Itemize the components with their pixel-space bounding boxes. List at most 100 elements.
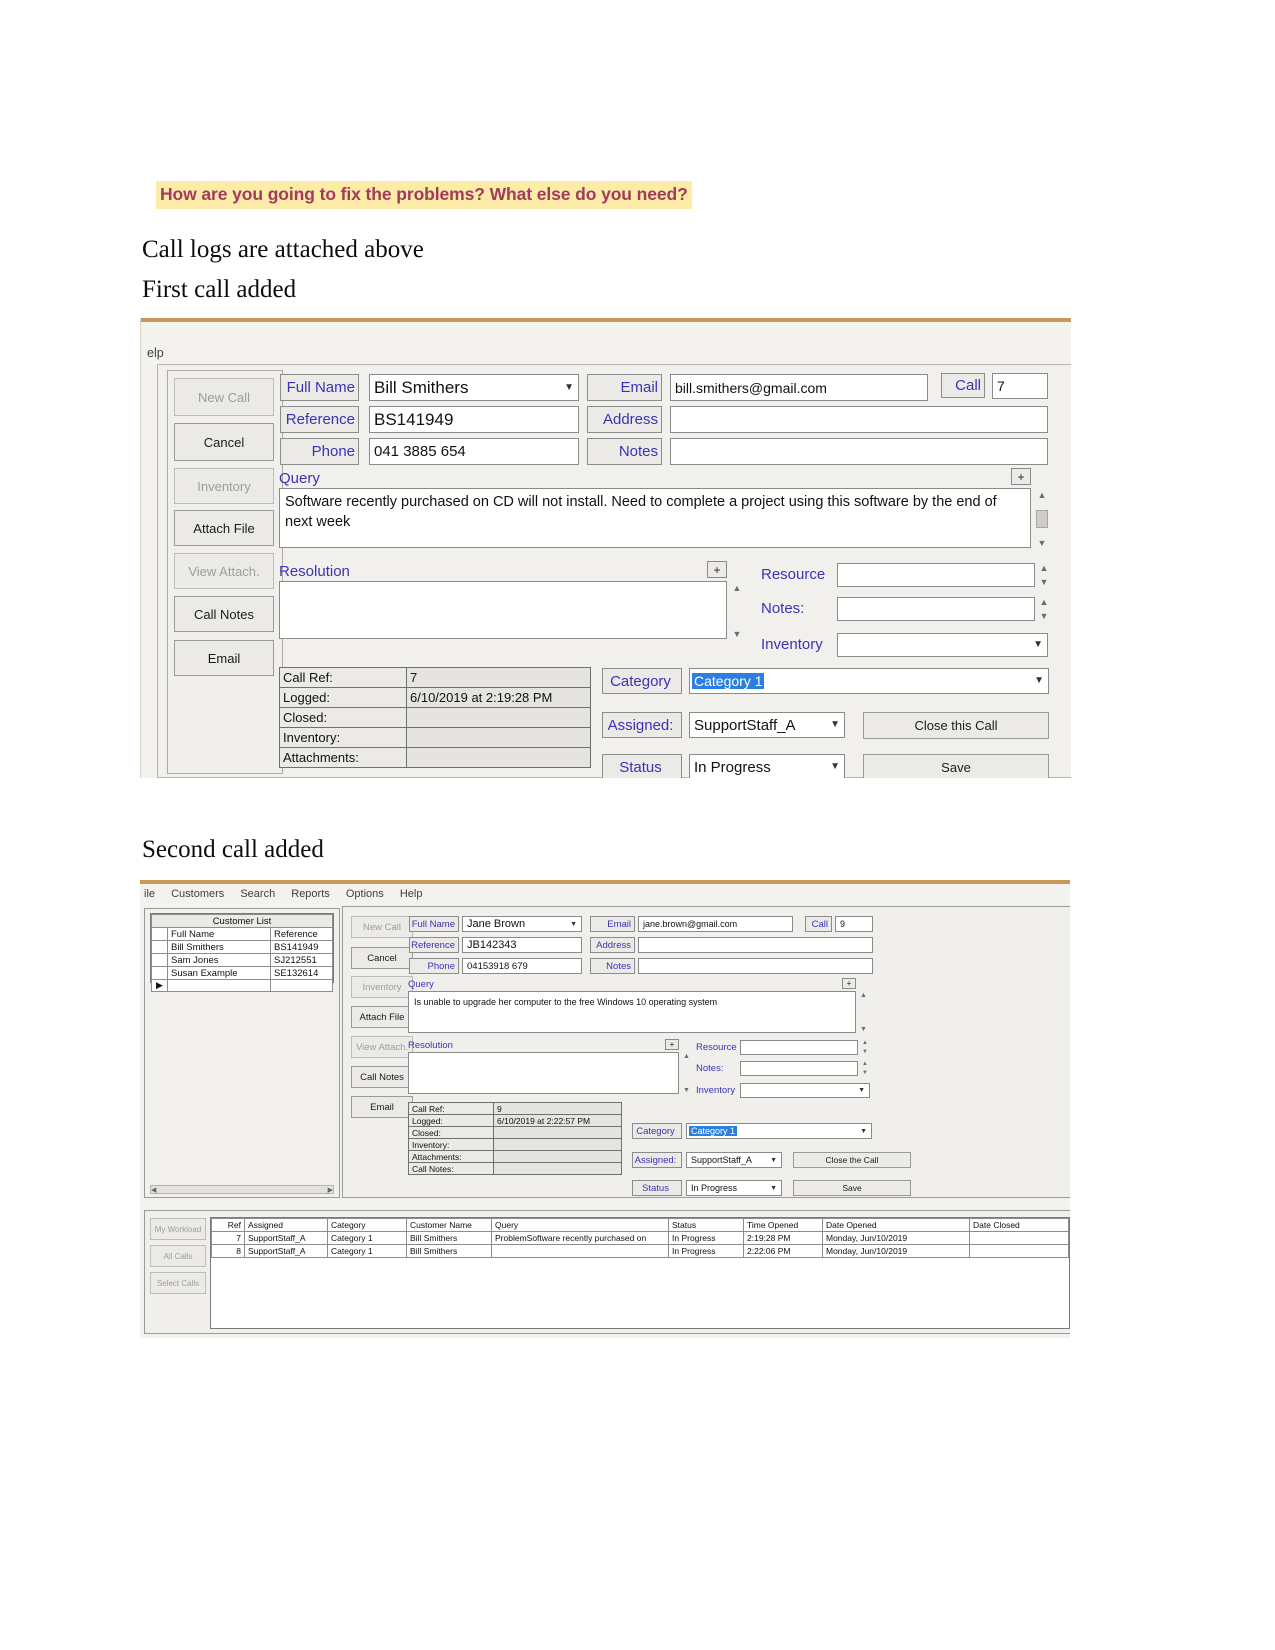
- inventory-button[interactable]: Inventory: [174, 468, 274, 504]
- email-input[interactable]: jane.brown@gmail.com: [638, 916, 793, 932]
- customer-list-new-row[interactable]: ▶: [151, 979, 333, 992]
- menu-item-file[interactable]: ile: [144, 888, 155, 900]
- calls-grid[interactable]: Ref Assigned Category Customer Name Quer…: [210, 1217, 1070, 1329]
- tab-my-workload[interactable]: My Workload: [150, 1218, 206, 1240]
- right-notes-input[interactable]: [740, 1061, 858, 1076]
- assigned-select[interactable]: SupportStaff_A ▼: [689, 712, 845, 738]
- resource-spinner[interactable]: ▲ ▼: [861, 1040, 869, 1055]
- resolution-scrollbar[interactable]: ▲ ▼: [731, 583, 743, 639]
- query-scrollbar[interactable]: ▲ ▼: [859, 992, 868, 1033]
- new-call-button[interactable]: New Call: [174, 378, 274, 416]
- customer-list-hscrollbar[interactable]: ◀ ▶: [150, 1185, 334, 1194]
- scroll-thumb[interactable]: [1036, 510, 1048, 528]
- right-notes-input[interactable]: [837, 597, 1035, 621]
- close-this-call-button[interactable]: Close the Call: [793, 1152, 911, 1168]
- table-row[interactable]: 7 SupportStaff_A Category 1 Bill Smither…: [211, 1231, 1069, 1245]
- phone-input[interactable]: 041 3885 654: [369, 438, 579, 465]
- scroll-up-icon[interactable]: ▲: [733, 583, 742, 593]
- table-row[interactable]: Sam Jones SJ212551: [151, 953, 333, 967]
- table-row[interactable]: Bill Smithers BS141949: [151, 940, 333, 954]
- notes-spinner[interactable]: ▲ ▼: [861, 1061, 869, 1076]
- notes-spinner[interactable]: ▲ ▼: [1039, 597, 1049, 621]
- menu-item-search[interactable]: Search: [240, 888, 275, 900]
- menu-item-options[interactable]: Options: [346, 888, 384, 900]
- resolution-textarea[interactable]: [279, 581, 727, 639]
- table-row[interactable]: Susan Example SE132614: [151, 966, 333, 980]
- scroll-up-icon[interactable]: ▲: [860, 992, 867, 999]
- reference-input[interactable]: BS141949: [369, 406, 579, 433]
- customer-list-grid[interactable]: Customer List Full Name Reference Bill S…: [150, 913, 334, 992]
- spinner-down-icon[interactable]: ▼: [1040, 611, 1049, 621]
- tab-all-calls[interactable]: All Calls: [150, 1245, 206, 1267]
- category-select[interactable]: Category 1 ▼: [686, 1123, 872, 1139]
- spinner-up-icon[interactable]: ▲: [1040, 563, 1049, 573]
- call-notes-button[interactable]: Call Notes: [351, 1066, 413, 1088]
- menu-bar[interactable]: ile Customers Search Reports Options Hel…: [144, 888, 435, 900]
- address-input[interactable]: [638, 937, 873, 953]
- resolution-expand-button[interactable]: +: [707, 561, 727, 578]
- query-expand-button[interactable]: +: [1011, 468, 1031, 485]
- tab-select-calls[interactable]: Select Calls: [150, 1272, 206, 1294]
- query-textarea[interactable]: Is unable to upgrade her computer to the…: [408, 991, 856, 1033]
- scroll-down-icon[interactable]: ▼: [860, 1026, 867, 1033]
- menu-item-customers[interactable]: Customers: [171, 888, 224, 900]
- notes-input[interactable]: [670, 438, 1048, 465]
- scroll-up-icon[interactable]: ▲: [683, 1053, 690, 1060]
- cancel-button[interactable]: Cancel: [174, 423, 274, 461]
- spinner-down-icon[interactable]: ▼: [862, 1070, 868, 1076]
- resolution-textarea[interactable]: [408, 1052, 679, 1094]
- scroll-right-icon[interactable]: ▶: [328, 1186, 333, 1194]
- spinner-down-icon[interactable]: ▼: [862, 1049, 868, 1055]
- table-row[interactable]: 8 SupportStaff_A Category 1 Bill Smither…: [211, 1244, 1069, 1258]
- menu-item-help[interactable]: Help: [400, 888, 423, 900]
- resolution-scrollbar[interactable]: ▲ ▼: [682, 1053, 691, 1094]
- inventory-select[interactable]: ▼: [837, 633, 1048, 657]
- assigned-select[interactable]: SupportStaff_A ▼: [686, 1152, 782, 1168]
- call-notes-button[interactable]: Call Notes: [174, 596, 274, 632]
- view-attachments-button[interactable]: View Attach.: [174, 553, 274, 589]
- inventory-select[interactable]: ▼: [740, 1083, 870, 1098]
- call-number-input[interactable]: 7: [992, 373, 1048, 399]
- query-scrollbar[interactable]: ▲ ▼: [1036, 490, 1048, 548]
- full-name-select[interactable]: Jane Brown ▼: [462, 916, 582, 932]
- close-this-call-button[interactable]: Close this Call: [863, 712, 1049, 739]
- spinner-up-icon[interactable]: ▲: [862, 1040, 868, 1046]
- menu-bar-fragment[interactable]: elp: [147, 346, 164, 360]
- email-input[interactable]: bill.smithers@gmail.com: [670, 374, 928, 401]
- row-selector-arrow-icon[interactable]: ▶: [151, 979, 168, 992]
- resource-input[interactable]: [740, 1040, 858, 1055]
- call-number-input[interactable]: 9: [835, 916, 873, 932]
- view-attachments-button[interactable]: View Attach.: [351, 1036, 413, 1058]
- scroll-down-icon[interactable]: ▼: [683, 1087, 690, 1094]
- email-button[interactable]: Email: [351, 1096, 413, 1118]
- resource-input[interactable]: [837, 563, 1035, 587]
- spinner-up-icon[interactable]: ▲: [862, 1061, 868, 1067]
- attach-file-button[interactable]: Attach File: [351, 1006, 413, 1028]
- save-button[interactable]: Save: [793, 1180, 911, 1196]
- scroll-left-icon[interactable]: ◀: [151, 1186, 156, 1194]
- save-button[interactable]: Save: [863, 754, 1049, 778]
- phone-input[interactable]: 04153918 679: [462, 958, 582, 974]
- cancel-button[interactable]: Cancel: [351, 947, 413, 969]
- new-call-button[interactable]: New Call: [351, 916, 413, 938]
- status-select[interactable]: In Progress ▼: [686, 1180, 782, 1196]
- notes-input[interactable]: [638, 958, 873, 974]
- query-expand-button[interactable]: +: [842, 978, 856, 989]
- scroll-down-icon[interactable]: ▼: [1038, 538, 1047, 548]
- email-button[interactable]: Email: [174, 640, 274, 676]
- resolution-expand-button[interactable]: +: [665, 1039, 679, 1050]
- spinner-up-icon[interactable]: ▲: [1040, 597, 1049, 607]
- query-textarea[interactable]: Software recently purchased on CD will n…: [279, 488, 1031, 548]
- reference-input[interactable]: JB142343: [462, 937, 582, 953]
- category-select[interactable]: Category 1 ▼: [689, 668, 1049, 694]
- spinner-down-icon[interactable]: ▼: [1040, 577, 1049, 587]
- inventory-button[interactable]: Inventory: [351, 976, 413, 998]
- scroll-up-icon[interactable]: ▲: [1038, 490, 1047, 500]
- attach-file-button[interactable]: Attach File: [174, 510, 274, 546]
- resource-spinner[interactable]: ▲ ▼: [1039, 563, 1049, 587]
- full-name-select[interactable]: Bill Smithers ▼: [369, 374, 579, 401]
- scroll-down-icon[interactable]: ▼: [733, 629, 742, 639]
- status-select[interactable]: In Progress ▼: [689, 754, 845, 778]
- address-input[interactable]: [670, 406, 1048, 433]
- menu-item-reports[interactable]: Reports: [291, 888, 330, 900]
